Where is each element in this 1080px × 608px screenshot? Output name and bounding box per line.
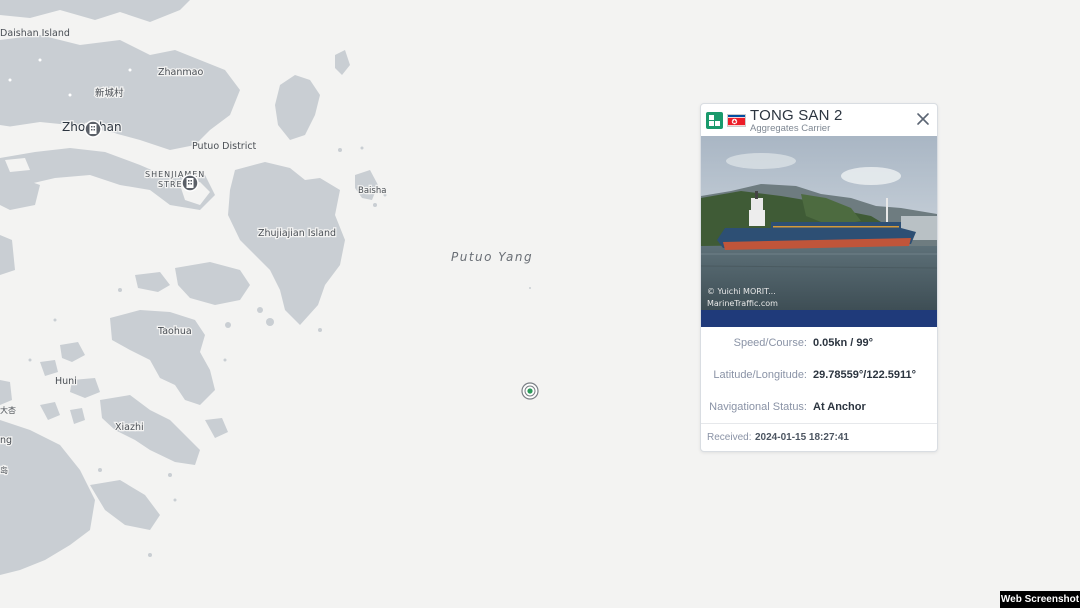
popup-header: TONG SAN 2 Aggregates Carrier <box>701 104 937 137</box>
nav-status-value: At Anchor <box>813 401 866 413</box>
photo-credit-2: MarineTraffic.com <box>707 299 778 308</box>
lat-lon-label: Latitude/Longitude: <box>713 369 807 381</box>
nav-status-label: Navigational Status: <box>709 401 807 413</box>
close-icon[interactable] <box>916 112 930 126</box>
speed-course-label: Speed/Course: <box>733 337 807 349</box>
port-icon-zhoushan[interactable] <box>84 120 102 138</box>
sea-label-putuo-yang: Putuo Yang <box>451 250 533 264</box>
label-zhujiajian: Zhujiajian Island <box>258 228 336 239</box>
label-putuo-district: Putuo District <box>192 141 257 152</box>
received-label: Received: <box>707 432 752 443</box>
label-xinchengcun: 新城村 <box>95 87 124 99</box>
web-screenshot-watermark: Web Screenshot <box>1000 591 1080 608</box>
label-taohua: Taohua <box>157 326 192 337</box>
row-lat-lon: Latitude/Longitude: 29.78559°/122.5911° <box>701 360 937 392</box>
cargo-vessel-icon <box>706 112 723 129</box>
north-korea-flag-icon <box>727 114 746 127</box>
label-baisha: Baisha <box>358 186 386 196</box>
label-zhanmao: Zhanmao <box>158 67 203 78</box>
vessel-name: TONG SAN 2 <box>750 107 843 124</box>
received-value: 2024-01-15 18:27:41 <box>755 432 849 443</box>
photo-bar <box>701 310 937 327</box>
photo-credit-1: © Yuichi MORIT... <box>707 287 776 296</box>
received-footer: Received: 2024-01-15 18:27:41 <box>701 423 937 451</box>
vessel-type: Aggregates Carrier <box>750 123 831 134</box>
label-daishan: Daishan Island <box>0 28 70 39</box>
label-ng: ng <box>0 435 12 446</box>
label-dao: 岛 <box>0 465 8 475</box>
row-speed-course: Speed/Course: 0.05kn / 99° <box>701 328 937 360</box>
label-dazhe: 大杏 <box>0 405 16 415</box>
lat-lon-value: 29.78559°/122.5911° <box>813 369 917 381</box>
row-nav-status: Navigational Status: At Anchor <box>701 392 937 424</box>
vessel-photo[interactable]: © Yuichi MORIT... MarineTraffic.com <box>701 136 937 310</box>
label-huni: Huni <box>55 376 77 387</box>
speed-course-value: 0.05kn / 99° <box>813 337 874 349</box>
label-xiazhi: Xiazhi <box>115 422 144 433</box>
vessel-details: Speed/Course: 0.05kn / 99° Latitude/Long… <box>701 328 937 424</box>
vessel-marker-icon[interactable] <box>521 382 539 400</box>
port-icon-shenjiamen[interactable] <box>181 174 199 192</box>
vessel-info-popup[interactable]: TONG SAN 2 Aggregates Carrier © Yuichi M… <box>700 103 938 452</box>
